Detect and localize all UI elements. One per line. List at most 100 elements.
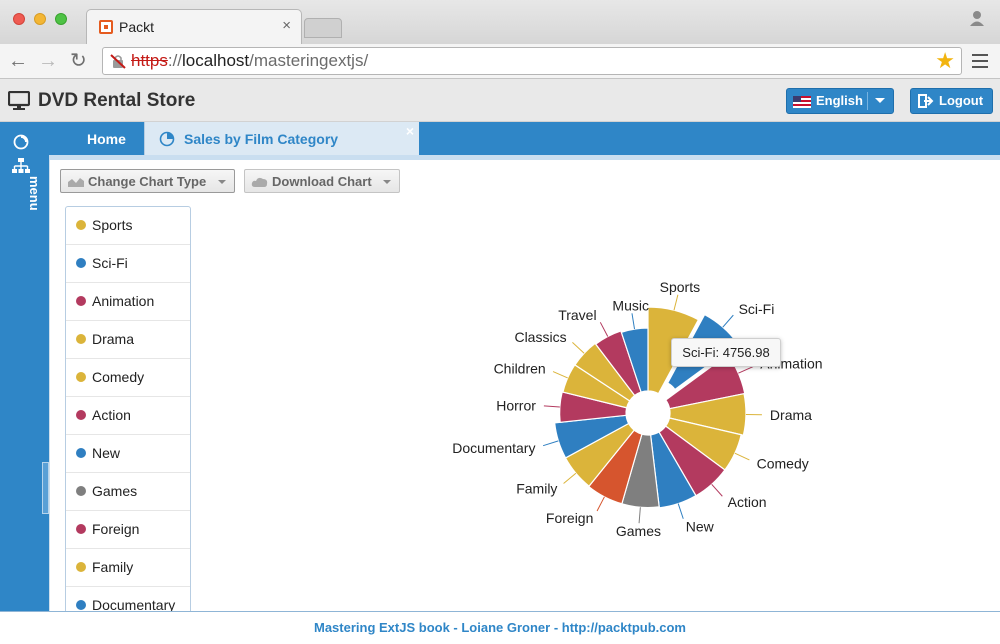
address-bar[interactable]: https://localhost/masteringextjs/ ★ — [102, 47, 962, 75]
area-chart-icon — [68, 178, 84, 187]
slice-leader-line — [599, 322, 609, 337]
legend-label: Family — [92, 559, 134, 575]
slice-label: Music — [612, 297, 649, 313]
browser-tab[interactable]: Packt × — [86, 9, 302, 44]
slice-leader-line — [722, 314, 734, 328]
slice-label: Family — [516, 481, 557, 497]
legend-item[interactable]: New — [66, 435, 190, 473]
slice-leader-line — [543, 405, 560, 408]
legend-item[interactable]: Sports — [66, 207, 190, 245]
legend-label: Foreign — [92, 521, 140, 537]
forward-arrow-icon[interactable]: → — [38, 49, 58, 73]
url-text: https://localhost/masteringextjs/ — [131, 51, 368, 71]
legend-item[interactable]: Foreign — [66, 511, 190, 549]
legend-color-swatch — [76, 486, 86, 496]
slice-leader-line — [631, 313, 636, 330]
language-split-divider — [867, 92, 868, 110]
legend-label: Comedy — [92, 369, 145, 385]
window-close-button[interactable] — [13, 13, 25, 25]
download-chart-button[interactable]: Download Chart — [244, 169, 400, 193]
chevron-down-icon[interactable] — [875, 98, 885, 103]
side-menu[interactable]: menu — [0, 122, 49, 611]
slice-label: Documentary — [452, 440, 535, 456]
url-path: /masteringextjs/ — [249, 51, 369, 70]
collapse-handle[interactable] — [42, 462, 49, 514]
chevron-down-icon — [218, 180, 226, 184]
footer: Mastering ExtJS book - Loiane Groner - h… — [0, 611, 1000, 644]
refresh-circle-icon[interactable] — [13, 134, 29, 150]
legend-label: Animation — [92, 293, 155, 309]
slice-label: Action — [728, 494, 767, 510]
legend-item[interactable]: Action — [66, 397, 190, 435]
url-host: localhost — [182, 51, 250, 70]
legend-color-swatch — [76, 448, 86, 458]
legend-color-swatch — [76, 296, 86, 306]
slice-label: Drama — [770, 407, 812, 423]
change-chart-type-button[interactable]: Change Chart Type — [60, 169, 235, 193]
legend-label: Games — [92, 483, 138, 499]
tab-home[interactable]: Home — [49, 122, 144, 155]
legend-label: Drama — [92, 331, 135, 347]
slice-leader-line — [677, 503, 684, 519]
slice-label: Games — [616, 523, 661, 539]
legend-color-swatch — [76, 524, 86, 534]
packt-favicon-icon — [99, 20, 113, 34]
tab-sales-by-film-category[interactable]: Sales by Film Category × — [144, 122, 419, 155]
back-arrow-icon[interactable]: ← — [8, 49, 28, 73]
browser-titlebar: Packt × — [0, 0, 1000, 44]
browser-toolbar: ← → ↻ https://localhost/masteringextjs/ … — [0, 44, 1000, 79]
browser-menu-icon[interactable] — [972, 54, 988, 68]
app-title: DVD Rental Store — [38, 90, 196, 111]
window-zoom-button[interactable] — [55, 13, 67, 25]
slice-leader-line — [711, 483, 723, 497]
slice-label: Horror — [496, 397, 536, 413]
url-separator: :// — [167, 51, 183, 70]
sign-out-icon — [918, 94, 934, 108]
cloud-download-icon — [251, 177, 268, 187]
legend-item[interactable]: Comedy — [66, 359, 190, 397]
legend-label: New — [92, 445, 121, 461]
slice-label: Sports — [660, 279, 700, 295]
slice-leader-line — [734, 452, 750, 461]
app-header: DVD Rental Store English Logout — [0, 79, 1000, 122]
legend-label: Sports — [92, 217, 133, 233]
new-tab-button[interactable] — [304, 18, 342, 38]
chart-legend: Sports Sci-Fi Animation Drama Comedy Action Ne… — [65, 206, 191, 616]
legend-color-swatch — [76, 258, 86, 268]
language-label: English — [816, 93, 863, 108]
profile-icon[interactable] — [968, 9, 986, 27]
language-button[interactable]: English — [786, 88, 894, 114]
tab-close-icon[interactable]: × — [406, 123, 414, 139]
sales-pie-chart[interactable]: SportsSci-FiAnimationDramaComedyActionNe… — [350, 220, 830, 590]
legend-item[interactable]: Sci-Fi — [66, 245, 190, 283]
slice-label: Sci-Fi — [739, 301, 775, 317]
legend-color-swatch — [76, 600, 86, 610]
legend-color-swatch — [76, 334, 86, 344]
slice-label: New — [686, 518, 715, 534]
legend-color-swatch — [76, 562, 86, 572]
slice-leader-line — [673, 294, 679, 311]
url-scheme: https — [131, 51, 168, 70]
pie-chart-icon — [159, 131, 175, 147]
slice-label: Travel — [558, 307, 596, 323]
legend-item[interactable]: Games — [66, 473, 190, 511]
menu-label[interactable]: menu — [2, 176, 42, 236]
browser-tab-close-icon[interactable]: × — [282, 17, 291, 34]
legend-item[interactable]: Drama — [66, 321, 190, 359]
logout-label: Logout — [939, 93, 984, 108]
insecure-lock-icon[interactable] — [110, 53, 126, 69]
legend-item[interactable]: Animation — [66, 283, 190, 321]
change-chart-type-label: Change Chart Type — [88, 174, 207, 189]
slice-label: Children — [494, 360, 546, 376]
tab-sales-label: Sales by Film Category — [184, 131, 339, 147]
sitemap-icon — [12, 158, 30, 173]
slice-leader-line — [738, 366, 754, 374]
window-minimize-button[interactable] — [34, 13, 46, 25]
bookmark-star-icon[interactable]: ★ — [935, 50, 955, 72]
slice-label: Foreign — [546, 510, 593, 526]
logout-button[interactable]: Logout — [910, 88, 993, 114]
browser-tab-title: Packt — [119, 19, 155, 35]
reload-icon[interactable]: ↻ — [70, 49, 87, 73]
legend-label: Sci-Fi — [92, 255, 128, 271]
legend-item[interactable]: Family — [66, 549, 190, 587]
